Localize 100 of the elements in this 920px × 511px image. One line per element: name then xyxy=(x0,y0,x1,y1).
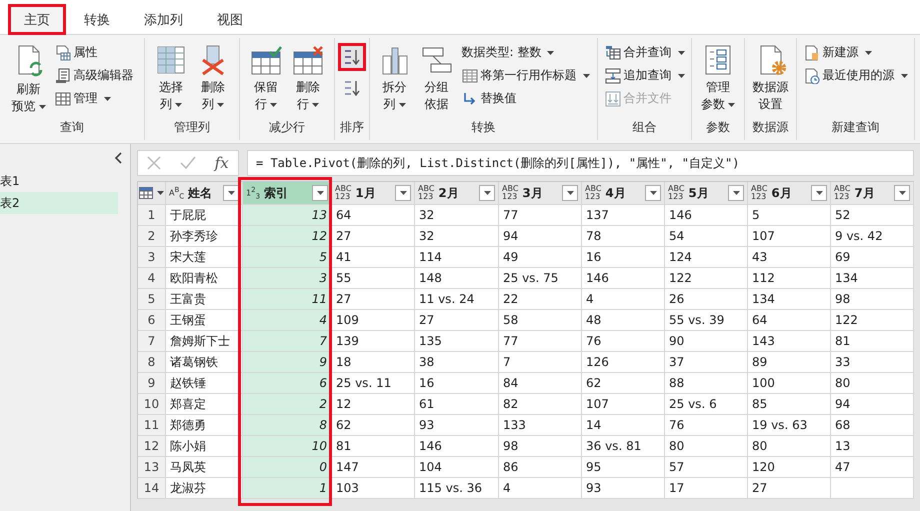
table-cell: 11 vs. 24 xyxy=(415,289,499,310)
ribbon-button[interactable]: 拆分 列 xyxy=(376,42,414,118)
ribbon-button[interactable]: 最近使用的源 xyxy=(802,66,910,85)
keep-rows-icon xyxy=(250,44,282,76)
ribbon-button[interactable]: 高级编辑器 xyxy=(52,66,136,85)
table-cell: 27 xyxy=(415,310,499,331)
filter-button[interactable] xyxy=(728,185,744,201)
ribbon-button[interactable]: 删除 列 xyxy=(194,42,232,118)
row-number: 7 xyxy=(138,331,166,352)
table-cell: 4 xyxy=(243,310,332,331)
table-cell: 64 xyxy=(748,310,831,331)
ribbon-button[interactable]: 保留 行 xyxy=(247,42,285,118)
table-cell: 122 xyxy=(665,268,748,289)
row-number: 12 xyxy=(138,436,166,457)
group-label: 减少行 xyxy=(268,119,306,136)
query-item[interactable]: 表2 xyxy=(0,192,118,214)
filter-button[interactable] xyxy=(395,185,411,201)
remove-rows-icon xyxy=(292,44,324,76)
row-number: 11 xyxy=(138,415,166,436)
filter-button[interactable] xyxy=(811,185,827,201)
query-item[interactable]: 表1 xyxy=(0,170,118,192)
type-icon: ABC 123 xyxy=(502,185,518,201)
filter-button[interactable] xyxy=(645,185,661,201)
fx-label[interactable]: fx xyxy=(214,154,229,172)
table-cell: 93 xyxy=(582,478,665,499)
replace-arrow-icon xyxy=(462,90,478,106)
table-cell: 0 xyxy=(243,457,332,478)
table-cell: 139 xyxy=(332,331,415,352)
table-cell: 62 xyxy=(582,373,665,394)
ribbon-button[interactable]: 将第一行用作标题 xyxy=(460,66,592,85)
table-cell: 80 xyxy=(831,373,914,394)
column-label: 索引 xyxy=(264,184,290,202)
ribbon-button[interactable]: 选择 列 xyxy=(152,42,190,118)
filter-button[interactable] xyxy=(562,185,578,201)
sort-descending-icon xyxy=(343,79,361,97)
row-number: 9 xyxy=(138,373,166,394)
table-cell: 135 xyxy=(415,331,499,352)
column-label: 4月 xyxy=(605,184,627,202)
filter-button[interactable] xyxy=(894,185,910,201)
column-label: 1月 xyxy=(355,184,377,202)
type-icon: ABC 123 xyxy=(335,185,352,201)
ribbon-tab[interactable]: 主页 xyxy=(8,4,66,35)
append-queries-icon xyxy=(604,68,620,84)
table-cell: 81 xyxy=(332,436,415,457)
table-cell: 16 xyxy=(582,247,665,268)
table-cell: 104 xyxy=(415,457,499,478)
table-cell: 4 xyxy=(582,289,665,310)
table-cell: 14 xyxy=(582,415,665,436)
column-label: 6月 xyxy=(771,184,793,202)
row-number: 13 xyxy=(138,457,166,478)
row-number: 6 xyxy=(138,310,166,331)
table-cell: 58 xyxy=(499,310,582,331)
filter-button[interactable] xyxy=(223,185,239,201)
ribbon-button[interactable]: 数据类型: 整数 xyxy=(460,43,592,62)
sort-button[interactable] xyxy=(338,43,366,71)
type-icon: ABC 123 xyxy=(834,185,850,201)
table-cell: 25 vs. 6 xyxy=(665,394,748,415)
ribbon-button[interactable]: 管理 xyxy=(52,89,136,108)
caret-icon xyxy=(732,191,740,195)
ribbon-button[interactable]: 管理 参数 xyxy=(698,42,738,118)
ribbon-button[interactable]: 替换值 xyxy=(460,89,592,108)
table-cell: 134 xyxy=(831,268,914,289)
ribbon-tab[interactable]: 转换 xyxy=(68,4,126,35)
table-cell: 146 xyxy=(415,436,499,457)
table-cell: 11 xyxy=(243,289,332,310)
check-icon xyxy=(180,156,196,170)
ribbon-tab[interactable]: 视图 xyxy=(201,4,259,35)
caret-icon xyxy=(157,191,164,195)
filter-button[interactable] xyxy=(312,185,328,201)
group-label: 新建查询 xyxy=(830,119,880,136)
ribbon-button[interactable]: 分组 依据 xyxy=(418,42,456,118)
ribbon-button[interactable]: 追加查询 xyxy=(602,66,686,85)
group-label: 转换 xyxy=(470,119,496,136)
column-header[interactable]: A$^{B}$$_{C}$ 姓名 xyxy=(166,182,243,205)
caret-icon xyxy=(316,191,324,195)
table-cell: 114 xyxy=(415,247,499,268)
table-cell: 5 xyxy=(748,205,831,226)
table-cell: 98 xyxy=(831,289,914,310)
table-menu-button[interactable] xyxy=(138,182,166,205)
table-cell: 25 vs. 75 xyxy=(499,268,582,289)
row-number: 5 xyxy=(138,289,166,310)
table-cell: 88 xyxy=(665,373,748,394)
new-source-icon xyxy=(804,44,820,60)
ribbon-button[interactable]: 数据源 设置 xyxy=(750,42,792,118)
table-cell: 61 xyxy=(415,394,499,415)
table-cell: 126 xyxy=(582,352,665,373)
ribbon-button[interactable]: 删除 行 xyxy=(289,42,327,118)
ribbon-tab[interactable]: 添加列 xyxy=(128,4,199,35)
filter-button[interactable] xyxy=(479,185,495,201)
column-header[interactable]: 1$^{2}$$_{3}$ 索引 xyxy=(243,182,332,205)
formula-field[interactable]: = Table.Pivot(删除的列, List.Distinct(删除的列[属性]), "属性", "自定义") xyxy=(247,150,914,176)
ribbon-button[interactable]: 新建源 xyxy=(802,43,910,62)
table-cell: 69 xyxy=(831,247,914,268)
table-cell: 55 vs. 39 xyxy=(665,310,748,331)
table-cell: 7 xyxy=(243,331,332,352)
table-cell: 85 xyxy=(748,394,831,415)
table-cell: 57 xyxy=(665,457,748,478)
ribbon-button[interactable]: 属性 xyxy=(52,43,136,62)
ribbon-button[interactable]: 刷新 预览 xyxy=(8,42,48,118)
ribbon-button[interactable]: 合并查询 xyxy=(602,43,686,62)
